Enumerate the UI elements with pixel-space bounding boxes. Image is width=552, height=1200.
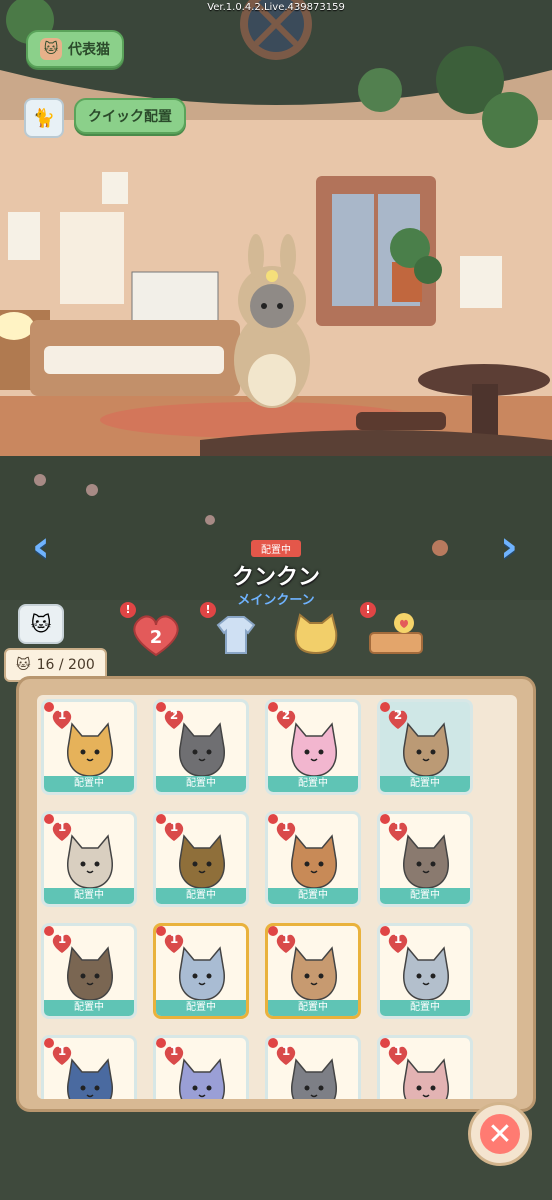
cat-card[interactable]: 1 配置中 bbox=[265, 923, 361, 1019]
tab-cat-face[interactable] bbox=[284, 606, 348, 662]
deploy-status: 配置中 bbox=[44, 888, 134, 904]
alert-icon bbox=[380, 814, 390, 824]
alert-icon bbox=[44, 702, 54, 712]
add-cat-button[interactable]: 🐱 bbox=[18, 604, 64, 644]
alert-icon: ! bbox=[360, 602, 376, 618]
heart-icon: 2 bbox=[133, 615, 179, 657]
cat-card[interactable]: 1 bbox=[265, 1035, 361, 1099]
deploy-status: 配置中 bbox=[380, 1000, 470, 1016]
alert-icon bbox=[44, 1038, 54, 1048]
cat-level: 1 bbox=[57, 820, 67, 834]
cat-level: 1 bbox=[281, 820, 291, 834]
deploy-status: 配置中 bbox=[268, 776, 358, 792]
cat-grid: 1 配置中 2 配置中 2 配置中 2 配置中 1 配置中 1 配置中 1 配置中 1 配置中 1 配置中 1 配置中… bbox=[37, 695, 517, 1099]
cat-level: 2 bbox=[393, 708, 403, 722]
next-cat-arrow[interactable]: › bbox=[494, 521, 524, 572]
alert-icon bbox=[156, 1038, 166, 1048]
cat-face-icon: 🐱 bbox=[40, 38, 62, 60]
alert-icon: ! bbox=[200, 602, 216, 618]
cat-level: 1 bbox=[57, 1044, 67, 1058]
deploy-status: 配置中 bbox=[268, 888, 358, 904]
quick-deploy-label: クイック配置 bbox=[88, 109, 172, 125]
cat-name: クンクン bbox=[231, 565, 320, 590]
cat-card[interactable]: 1 bbox=[377, 1035, 473, 1099]
alert-icon bbox=[268, 702, 278, 712]
close-icon: ✕ bbox=[480, 1114, 520, 1154]
cat-level: 2 bbox=[169, 708, 179, 722]
cat-level: 2 bbox=[281, 708, 291, 722]
cat-level: 1 bbox=[393, 1044, 403, 1058]
cat-list-icon[interactable]: 🐈 bbox=[24, 98, 64, 138]
cat-level: 1 bbox=[281, 1044, 291, 1058]
alert-icon bbox=[268, 926, 278, 936]
deploy-status: 配置中 bbox=[380, 776, 470, 792]
deploy-status: 配置中 bbox=[380, 888, 470, 904]
cat-level: 1 bbox=[393, 932, 403, 946]
cat-card[interactable]: 1 配置中 bbox=[265, 811, 361, 907]
previous-cat-arrow[interactable]: ‹ bbox=[26, 521, 56, 572]
shirt-icon bbox=[216, 616, 256, 654]
cat-card[interactable]: 1 配置中 bbox=[153, 811, 249, 907]
deploy-status: 配置中 bbox=[44, 776, 134, 792]
alert-icon bbox=[268, 814, 278, 824]
alert-icon bbox=[380, 1038, 390, 1048]
cat-card[interactable]: 1 bbox=[41, 1035, 137, 1099]
representative-cat-label: 代表猫 bbox=[68, 42, 110, 58]
deploy-status: 配置中 bbox=[44, 1000, 134, 1016]
alert-icon bbox=[156, 702, 166, 712]
cat-card[interactable]: 1 配置中 bbox=[41, 699, 137, 795]
cat-level: 1 bbox=[169, 1044, 179, 1058]
selected-cat-info: 配置中 クンクン メインクーン bbox=[176, 538, 376, 608]
cat-card[interactable]: 2 配置中 bbox=[377, 699, 473, 795]
cat-card[interactable]: 1 bbox=[153, 1035, 249, 1099]
alert-icon bbox=[380, 926, 390, 936]
deploy-status: 配置中 bbox=[156, 1000, 246, 1016]
cat-card[interactable]: 1 配置中 bbox=[377, 923, 473, 1019]
cat-card[interactable]: 1 配置中 bbox=[41, 923, 137, 1019]
version-label: Ver.1.0.4.2.Live.439873159 bbox=[207, 2, 345, 13]
deploy-status-tag: 配置中 bbox=[251, 540, 301, 557]
room-scene bbox=[0, 0, 552, 600]
cat-card[interactable]: 2 配置中 bbox=[265, 699, 361, 795]
deploy-status: 配置中 bbox=[268, 1000, 358, 1016]
cat-count: 16 / 200 bbox=[36, 657, 95, 673]
affection-level: 2 bbox=[150, 627, 163, 648]
cat-icon: 🐱 bbox=[16, 657, 31, 673]
cat-face-icon bbox=[294, 613, 338, 655]
alert-icon bbox=[156, 814, 166, 824]
alert-icon bbox=[268, 1038, 278, 1048]
alert-icon bbox=[44, 926, 54, 936]
cat-card[interactable]: 1 配置中 bbox=[41, 811, 137, 907]
cat-collection-panel: 1 配置中 2 配置中 2 配置中 2 配置中 1 配置中 1 配置中 1 配置中 1 配置中 1 配置中 1 配置中… bbox=[16, 676, 536, 1112]
deploy-status: 配置中 bbox=[156, 776, 246, 792]
food-bowl-icon bbox=[369, 613, 423, 654]
alert-icon bbox=[44, 814, 54, 824]
cat-plus-icon: 🐱 bbox=[30, 612, 52, 636]
quick-deploy-button[interactable]: クイック配置 bbox=[74, 98, 186, 134]
representative-cat-button[interactable]: 🐱 代表猫 bbox=[26, 30, 124, 68]
cat-level: 1 bbox=[281, 932, 291, 946]
tab-food[interactable]: ! bbox=[360, 602, 428, 662]
cat-card[interactable]: 1 配置中 bbox=[153, 923, 249, 1019]
tab-affection[interactable]: ! 2 bbox=[120, 602, 188, 662]
room-background bbox=[0, 0, 552, 600]
cat-card[interactable]: 2 配置中 bbox=[153, 699, 249, 795]
cat-level: 1 bbox=[57, 708, 67, 722]
close-button[interactable]: ✕ bbox=[468, 1102, 532, 1166]
alert-icon bbox=[156, 926, 166, 936]
cat-card[interactable]: 1 配置中 bbox=[377, 811, 473, 907]
deploy-status: 配置中 bbox=[156, 888, 246, 904]
cat-level: 1 bbox=[169, 932, 179, 946]
alert-icon: ! bbox=[120, 602, 136, 618]
cat-level: 1 bbox=[169, 820, 179, 834]
alert-icon bbox=[380, 702, 390, 712]
tab-outfit[interactable]: ! bbox=[200, 602, 268, 662]
cat-level: 1 bbox=[393, 820, 403, 834]
cat-level: 1 bbox=[57, 932, 67, 946]
